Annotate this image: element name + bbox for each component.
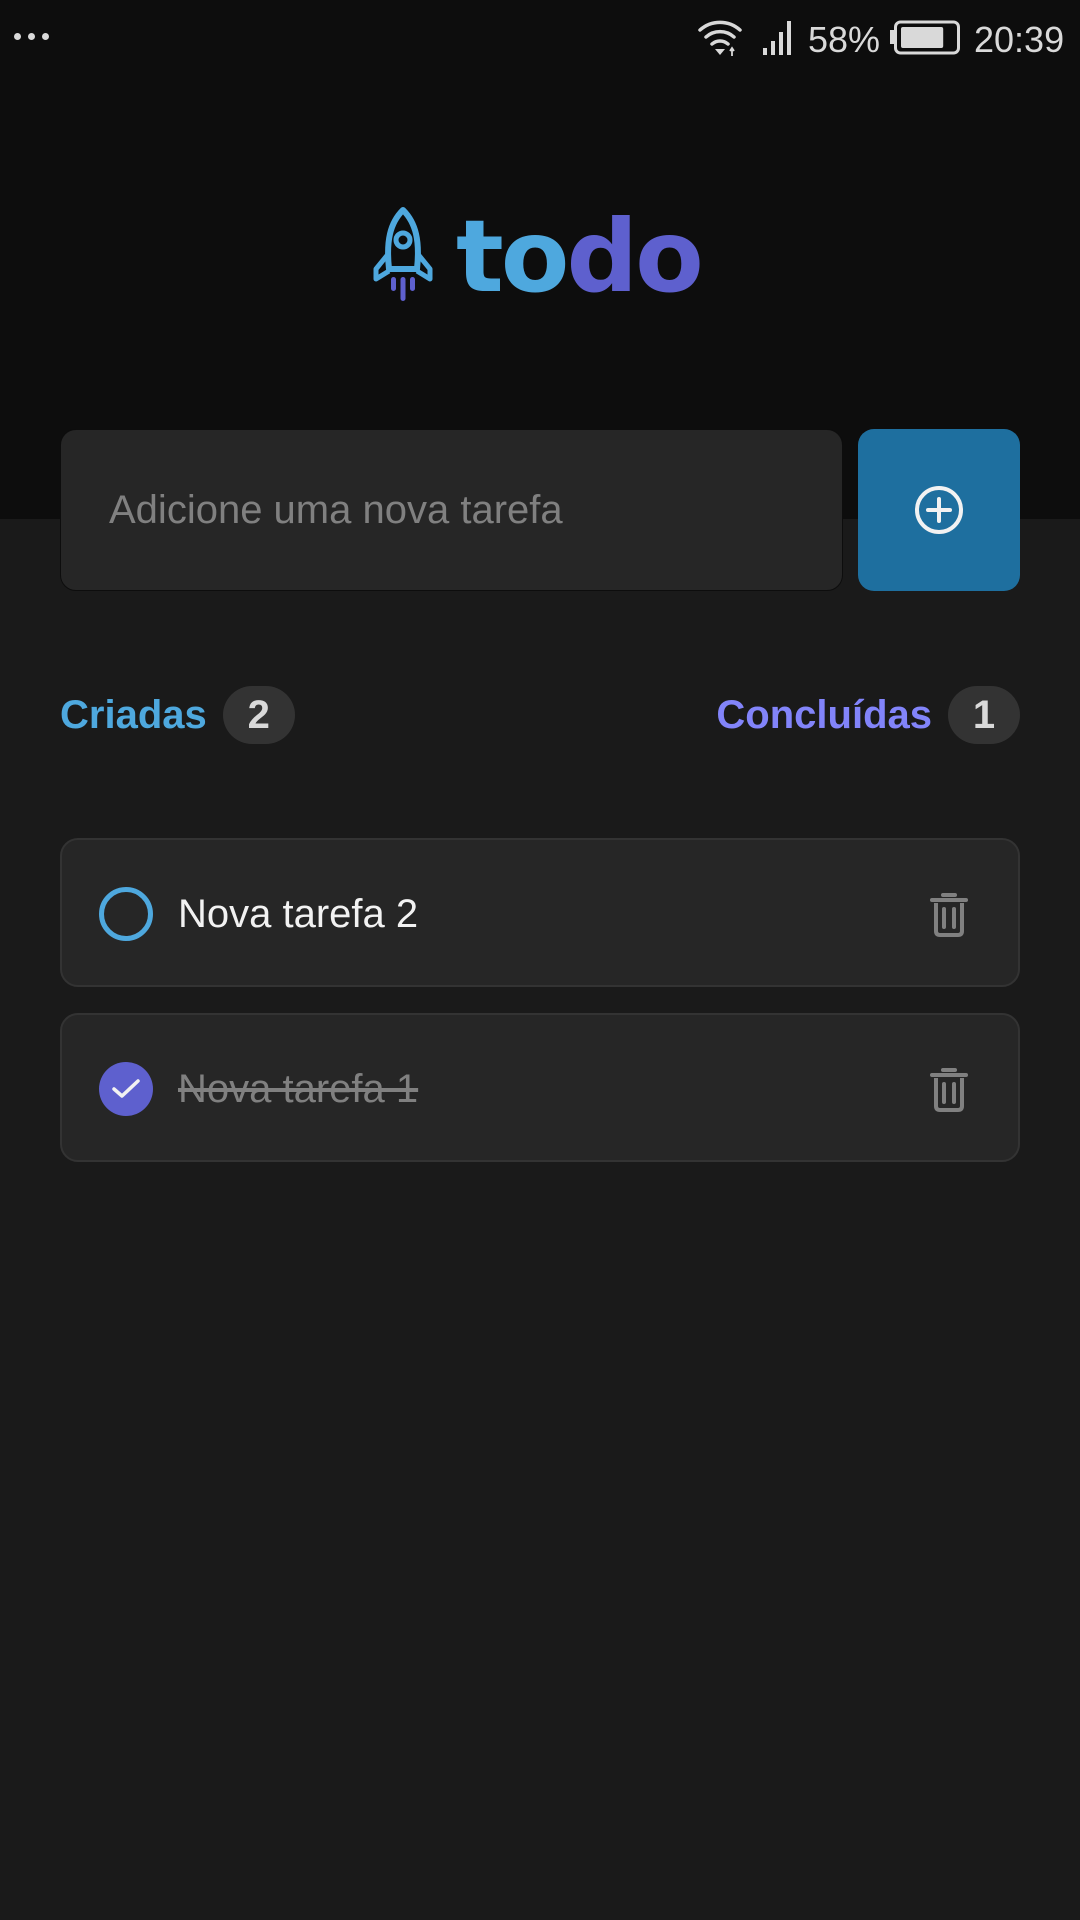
delete-task-button[interactable] — [926, 1063, 972, 1115]
logo-text: todo — [456, 202, 704, 312]
task-checkbox-checked[interactable] — [99, 1062, 153, 1116]
more-horizontal-icon — [14, 33, 49, 40]
wifi-icon — [698, 20, 742, 56]
logo-text-do: do — [566, 198, 704, 315]
delete-task-button[interactable] — [926, 888, 972, 940]
new-task-input[interactable] — [60, 429, 843, 591]
created-tasks-counter: Criadas 2 — [60, 686, 295, 744]
battery-percent: 58% — [808, 19, 881, 60]
completed-label: Concluídas — [716, 692, 932, 737]
battery-icon — [890, 20, 960, 55]
created-label: Criadas — [60, 692, 207, 737]
plus-circle-icon — [915, 486, 963, 534]
trash-icon — [930, 893, 968, 937]
task-item: Nova tarefa 1 — [60, 1013, 1020, 1162]
trash-icon — [930, 1068, 968, 1112]
task-text: Nova tarefa 2 — [178, 892, 419, 936]
rocket-icon — [373, 207, 433, 301]
app-logo: todo — [370, 202, 710, 312]
completed-count-badge: 1 — [948, 686, 1020, 744]
task-list: Nova tarefa 2 Nova tarefa 1 — [60, 838, 1020, 1188]
task-item: Nova tarefa 2 — [60, 838, 1020, 987]
add-task-button[interactable] — [858, 429, 1020, 591]
completed-tasks-counter: Concluídas 1 — [716, 686, 1020, 744]
logo-text-to: to — [456, 198, 570, 315]
created-count-badge: 2 — [222, 686, 295, 744]
task-text-completed: Nova tarefa 1 — [178, 1067, 419, 1111]
task-checkbox[interactable] — [99, 887, 153, 941]
check-icon — [112, 1079, 140, 1098]
signal-icon — [763, 21, 791, 55]
clock: 20:39 — [974, 19, 1065, 60]
status-bar: 58% 20:39 — [0, 0, 1080, 78]
todo-app-screen: 58% 20:39 todo Criadas 2 — [0, 0, 1080, 1920]
